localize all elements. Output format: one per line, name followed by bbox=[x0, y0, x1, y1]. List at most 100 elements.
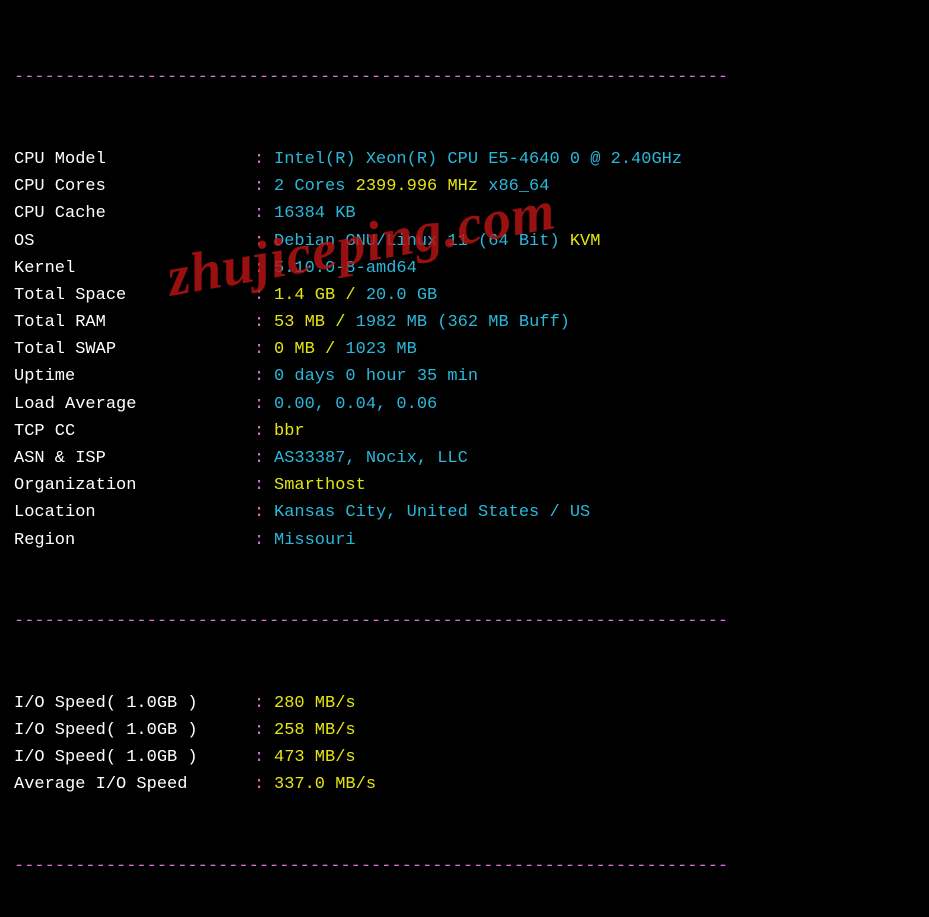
row-value: 0 MB / 1023 MB bbox=[274, 336, 417, 363]
row-value: 16384 KB bbox=[274, 200, 356, 227]
row-label: Location bbox=[14, 499, 254, 526]
row-label: OS bbox=[14, 228, 254, 255]
row-separator: : bbox=[254, 309, 274, 336]
value-part: 2399.996 MHz bbox=[356, 177, 489, 196]
value-part: x86_64 bbox=[488, 177, 549, 196]
sysinfo-row: Location: Kansas City, United States / U… bbox=[14, 499, 915, 526]
row-label: CPU Cores bbox=[14, 173, 254, 200]
sysinfo-row: Load Average: 0.00, 0.04, 0.06 bbox=[14, 391, 915, 418]
value-part: 0 days 0 hour 35 min bbox=[274, 367, 478, 386]
row-value: 0.00, 0.04, 0.06 bbox=[274, 391, 437, 418]
row-label: Kernel bbox=[14, 255, 254, 282]
value-part: Intel(R) Xeon(R) CPU E5-4640 0 @ 2.40GHz bbox=[274, 150, 682, 169]
row-label: Total Space bbox=[14, 282, 254, 309]
divider-bottom: ----------------------------------------… bbox=[14, 853, 915, 880]
row-value: 0 days 0 hour 35 min bbox=[274, 363, 478, 390]
sysinfo-row: Uptime: 0 days 0 hour 35 min bbox=[14, 363, 915, 390]
divider-mid: ----------------------------------------… bbox=[14, 608, 915, 635]
sysinfo-row: Total SWAP: 0 MB / 1023 MB bbox=[14, 336, 915, 363]
iospeed-row: I/O Speed( 1.0GB ): 280 MB/s bbox=[14, 690, 915, 717]
sysinfo-row: Organization: Smarthost bbox=[14, 472, 915, 499]
value-part: Kansas City, United States / US bbox=[274, 503, 590, 522]
row-separator: : bbox=[254, 200, 274, 227]
row-label: ASN & ISP bbox=[14, 445, 254, 472]
value-part: Smarthost bbox=[274, 476, 366, 495]
sysinfo-row: Total RAM: 53 MB / 1982 MB (362 MB Buff) bbox=[14, 309, 915, 336]
row-label: CPU Model bbox=[14, 146, 254, 173]
sysinfo-row: ASN & ISP: AS33387, Nocix, LLC bbox=[14, 445, 915, 472]
row-separator: : bbox=[254, 744, 274, 771]
row-label: I/O Speed( 1.0GB ) bbox=[14, 717, 254, 744]
row-value: 337.0 MB/s bbox=[274, 771, 376, 798]
row-separator: : bbox=[254, 527, 274, 554]
row-label: CPU Cache bbox=[14, 200, 254, 227]
row-value: 473 MB/s bbox=[274, 744, 356, 771]
row-value: 53 MB / 1982 MB (362 MB Buff) bbox=[274, 309, 570, 336]
row-value: bbr bbox=[274, 418, 305, 445]
value-part: 1023 MB bbox=[345, 340, 416, 359]
row-value: 280 MB/s bbox=[274, 690, 356, 717]
iospeed-row: I/O Speed( 1.0GB ): 258 MB/s bbox=[14, 717, 915, 744]
value-part: 473 MB/s bbox=[274, 748, 356, 767]
value-part: bbr bbox=[274, 422, 305, 441]
value-part: Missouri bbox=[274, 531, 356, 550]
row-value: 5.10.0-8-amd64 bbox=[274, 255, 417, 282]
value-part: (362 MB Buff) bbox=[437, 313, 570, 332]
row-separator: : bbox=[254, 391, 274, 418]
iospeed-row: I/O Speed( 1.0GB ): 473 MB/s bbox=[14, 744, 915, 771]
row-separator: : bbox=[254, 418, 274, 445]
value-part: 16384 KB bbox=[274, 204, 356, 223]
value-part: 0.00, 0.04, 0.06 bbox=[274, 395, 437, 414]
row-value: Smarthost bbox=[274, 472, 366, 499]
row-label: I/O Speed( 1.0GB ) bbox=[14, 744, 254, 771]
row-value: 1.4 GB / 20.0 GB bbox=[274, 282, 437, 309]
sysinfo-row: CPU Model: Intel(R) Xeon(R) CPU E5-4640 … bbox=[14, 146, 915, 173]
sysinfo-row: CPU Cores: 2 Cores 2399.996 MHz x86_64 bbox=[14, 173, 915, 200]
row-value: Intel(R) Xeon(R) CPU E5-4640 0 @ 2.40GHz bbox=[274, 146, 682, 173]
row-label: Region bbox=[14, 527, 254, 554]
row-value: Debian GNU/Linux 11 (64 Bit) KVM bbox=[274, 228, 600, 255]
row-value: AS33387, Nocix, LLC bbox=[274, 445, 468, 472]
value-part: Debian GNU/Linux 11 (64 Bit) bbox=[274, 232, 570, 251]
sysinfo-row: TCP CC: bbr bbox=[14, 418, 915, 445]
row-label: Total RAM bbox=[14, 309, 254, 336]
row-separator: : bbox=[254, 173, 274, 200]
row-label: Load Average bbox=[14, 391, 254, 418]
value-part: 337.0 MB/s bbox=[274, 775, 376, 794]
row-label: Average I/O Speed bbox=[14, 771, 254, 798]
row-value: 258 MB/s bbox=[274, 717, 356, 744]
row-separator: : bbox=[254, 282, 274, 309]
divider-top: ----------------------------------------… bbox=[14, 64, 915, 91]
row-separator: : bbox=[254, 771, 274, 798]
value-part: 0 MB / bbox=[274, 340, 345, 359]
value-part: 1.4 GB / bbox=[274, 286, 366, 305]
row-value: Missouri bbox=[274, 527, 356, 554]
value-part: 1982 MB bbox=[356, 313, 438, 332]
row-label: Organization bbox=[14, 472, 254, 499]
row-label: I/O Speed( 1.0GB ) bbox=[14, 690, 254, 717]
row-label: Total SWAP bbox=[14, 336, 254, 363]
row-separator: : bbox=[254, 690, 274, 717]
value-part: 5.10.0-8-amd64 bbox=[274, 259, 417, 278]
row-separator: : bbox=[254, 472, 274, 499]
row-separator: : bbox=[254, 717, 274, 744]
row-label: Uptime bbox=[14, 363, 254, 390]
row-separator: : bbox=[254, 146, 274, 173]
row-separator: : bbox=[254, 336, 274, 363]
sysinfo-row: Total Space: 1.4 GB / 20.0 GB bbox=[14, 282, 915, 309]
iospeed-row: Average I/O Speed: 337.0 MB/s bbox=[14, 771, 915, 798]
row-value: Kansas City, United States / US bbox=[274, 499, 590, 526]
value-part: 20.0 GB bbox=[366, 286, 437, 305]
terminal-output: ----------------------------------------… bbox=[0, 0, 929, 917]
row-separator: : bbox=[254, 255, 274, 282]
row-label: TCP CC bbox=[14, 418, 254, 445]
value-part: 280 MB/s bbox=[274, 694, 356, 713]
value-part: KVM bbox=[570, 232, 601, 251]
value-part: 258 MB/s bbox=[274, 721, 356, 740]
value-part: AS33387, Nocix, LLC bbox=[274, 449, 468, 468]
sysinfo-row: Kernel: 5.10.0-8-amd64 bbox=[14, 255, 915, 282]
row-separator: : bbox=[254, 499, 274, 526]
row-separator: : bbox=[254, 445, 274, 472]
sysinfo-row: Region: Missouri bbox=[14, 527, 915, 554]
sysinfo-row: CPU Cache: 16384 KB bbox=[14, 200, 915, 227]
